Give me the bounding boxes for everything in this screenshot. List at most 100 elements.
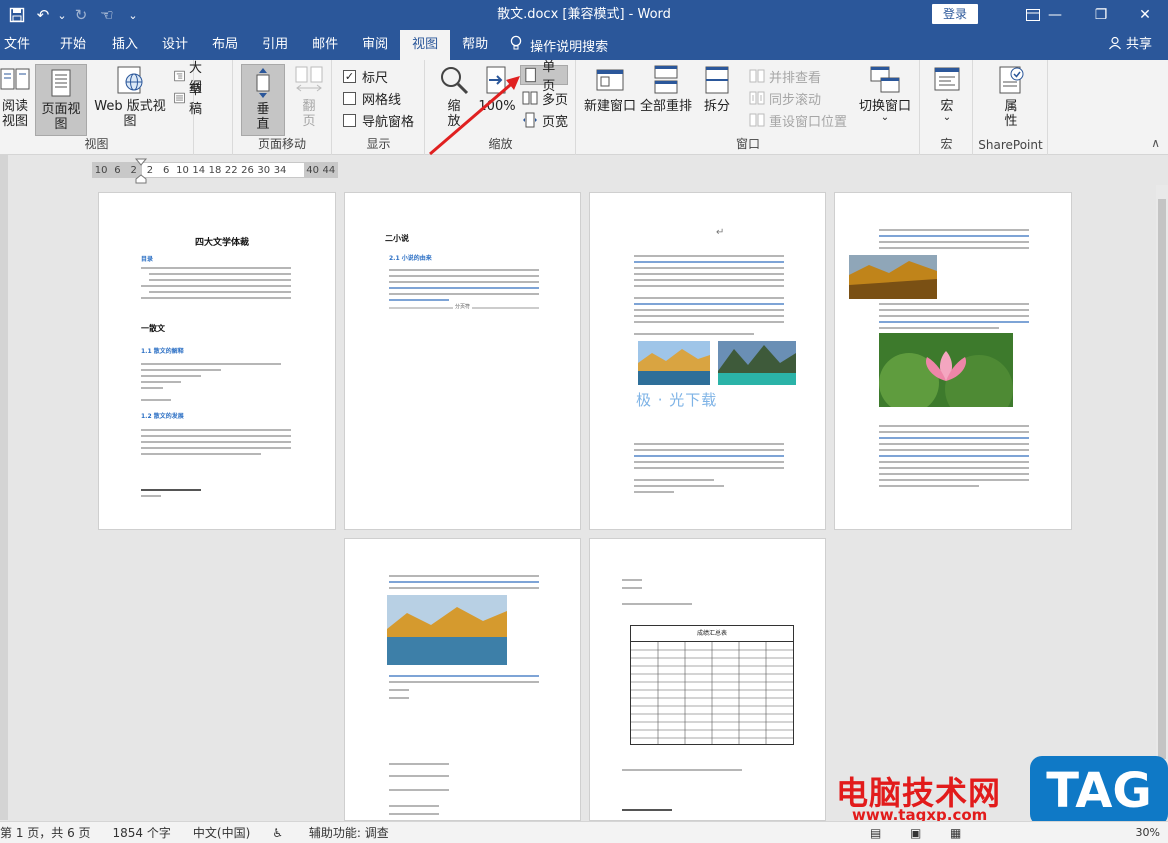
ruler-tick: 34 bbox=[273, 165, 287, 176]
page-movement-label: 页面移动 bbox=[257, 137, 306, 151]
indent-marker[interactable] bbox=[134, 157, 148, 185]
page1-title: 四大文学体裁 bbox=[195, 238, 250, 248]
new-window-label: 新建窗口 bbox=[583, 99, 636, 114]
ribbon: 阅读 视图 页面视图 Web 版式视图 大纲 草稿 视图 垂 直 翻 页 页面移… bbox=[0, 60, 1168, 155]
page-count-status[interactable]: 第 1 页，共 6 页 bbox=[0, 824, 91, 841]
side-by-side-button[interactable]: 并排查看 bbox=[749, 66, 821, 86]
tab-home[interactable]: 开始 bbox=[34, 30, 100, 60]
redo-icon[interactable]: ↻ bbox=[68, 2, 94, 28]
tab-review[interactable]: 审阅 bbox=[350, 30, 400, 60]
ruler-tick: 22 bbox=[224, 165, 238, 176]
accessibility-status[interactable]: ♿ 辅助功能: 调查 bbox=[272, 824, 410, 841]
ruler-tick: 6 bbox=[163, 165, 170, 176]
print-layout-status-icon[interactable]: ▣ bbox=[910, 826, 921, 840]
close-button[interactable]: ✕ bbox=[1122, 0, 1168, 30]
horizontal-ruler[interactable]: 10 6 2 2 6 10 14 18 22 26 30 34 40 44 bbox=[92, 162, 338, 178]
properties-label-2: 性 bbox=[1004, 114, 1018, 129]
reset-position-button[interactable]: 重设窗口位置 bbox=[749, 110, 847, 130]
read-mode-button[interactable]: 阅读 视图 bbox=[0, 64, 30, 129]
gridlines-checkbox[interactable]: 网格线 bbox=[343, 88, 401, 108]
switch-windows-button[interactable]: 切换窗口 ⌄ bbox=[857, 64, 913, 123]
draft-button[interactable]: 草稿 bbox=[174, 83, 207, 117]
scrollbar-thumb[interactable] bbox=[1158, 199, 1166, 759]
page-break-label: 分页符 bbox=[453, 303, 473, 310]
restore-button[interactable]: ❐ bbox=[1078, 0, 1124, 30]
zoom-level[interactable]: 30% bbox=[1136, 826, 1160, 839]
page-5[interactable] bbox=[344, 538, 581, 821]
web-layout-button[interactable]: Web 版式视图 bbox=[90, 64, 170, 129]
score-table[interactable]: 成绩汇总表 bbox=[630, 625, 794, 745]
page1-heading-2b: 1.2 散文的发展 bbox=[141, 413, 184, 420]
lotus-image bbox=[879, 333, 1013, 407]
customize-qat-icon[interactable]: ⌄ bbox=[120, 2, 146, 28]
tab-help[interactable]: 帮助 bbox=[450, 30, 500, 60]
tab-references[interactable]: 引用 bbox=[250, 30, 300, 60]
tab-view[interactable]: 视图 bbox=[400, 30, 451, 60]
save-icon[interactable] bbox=[4, 2, 30, 28]
sync-scroll-icon bbox=[749, 91, 765, 105]
gridlines-check-box[interactable] bbox=[343, 91, 356, 105]
ribbon-tabs: 文件 开始 插入 设计 布局 引用 邮件 审阅 视图 帮助 操作说明搜索 共享 bbox=[0, 30, 1168, 60]
page2-heading: 2.1 小说的由来 bbox=[389, 255, 432, 262]
print-layout-button[interactable]: 页面视图 bbox=[35, 64, 87, 136]
nav-pane-check-box[interactable] bbox=[343, 113, 356, 127]
page-width-label: 页宽 bbox=[542, 114, 569, 130]
web-layout-status-icon[interactable]: ▦ bbox=[950, 826, 961, 840]
collapse-ribbon-icon[interactable]: ∧ bbox=[1151, 136, 1160, 150]
page-6[interactable]: 成绩汇总表 bbox=[589, 538, 826, 821]
word-count-status[interactable]: 1854 个字 bbox=[113, 824, 171, 841]
undo-dropdown-icon[interactable]: ⌄ bbox=[56, 2, 68, 28]
vertical-ruler bbox=[0, 155, 8, 820]
lake-image bbox=[638, 341, 710, 385]
minimize-button[interactable]: — bbox=[1032, 0, 1078, 30]
properties-button[interactable]: 属 性 bbox=[994, 64, 1028, 129]
share-button[interactable]: 共享 bbox=[1108, 30, 1152, 60]
properties-icon bbox=[999, 66, 1024, 94]
ruler-tick: 18 bbox=[208, 165, 222, 176]
reset-position-icon bbox=[749, 113, 765, 127]
side-by-side-label: 并排查看 bbox=[769, 70, 822, 86]
vertical-button[interactable]: 垂 直 bbox=[241, 64, 285, 136]
tab-layout[interactable]: 布局 bbox=[200, 30, 250, 60]
new-window-button[interactable]: 新建窗口 bbox=[583, 64, 637, 114]
sync-scroll-button[interactable]: 同步滚动 bbox=[749, 88, 821, 108]
tab-mailings[interactable]: 邮件 bbox=[300, 30, 350, 60]
tab-design[interactable]: 设计 bbox=[150, 30, 200, 60]
read-mode-status-icon[interactable]: ▤ bbox=[870, 826, 881, 840]
vertical-label: 垂 直 bbox=[256, 102, 270, 132]
globe-icon bbox=[117, 66, 143, 94]
ruler-checkbox[interactable]: ✓ 标尺 bbox=[343, 66, 388, 86]
person-icon bbox=[1108, 36, 1126, 52]
annotation-arrow bbox=[429, 76, 520, 156]
arrange-all-label: 全部重排 bbox=[639, 99, 692, 114]
tab-file[interactable]: 文件 bbox=[0, 30, 34, 60]
show-group-label: 显示 bbox=[366, 137, 391, 151]
macros-button[interactable]: 宏 ⌄ bbox=[929, 64, 965, 123]
ruler-check-box[interactable]: ✓ bbox=[343, 69, 356, 83]
touch-mode-icon[interactable]: ☜ bbox=[94, 2, 120, 28]
vertical-scrollbar[interactable] bbox=[1156, 185, 1168, 820]
arrange-all-button[interactable]: 全部重排 bbox=[639, 64, 693, 114]
book-icon bbox=[0, 68, 30, 90]
page-1[interactable]: 四大文学体裁 目录 一散文 1.1 散文的解释 1.2 散文的发展 bbox=[98, 192, 336, 530]
page-2[interactable]: 二小说 2.1 小说的由来 分页符 bbox=[344, 192, 581, 530]
window-title: 散文.docx [兼容模式] - Word bbox=[497, 7, 671, 22]
language-status[interactable]: 中文(中国) bbox=[193, 824, 250, 841]
autumn-lake-image bbox=[387, 595, 507, 665]
side-to-side-button[interactable]: 翻 页 bbox=[289, 64, 329, 129]
macro-icon bbox=[934, 67, 960, 91]
quick-access-toolbar: ↶ ⌄ ↻ ☜ ⌄ bbox=[0, 0, 146, 30]
vertical-scroll-icon bbox=[256, 68, 270, 98]
login-button[interactable]: 登录 bbox=[932, 4, 978, 24]
nav-pane-checkbox[interactable]: 导航窗格 bbox=[343, 110, 414, 130]
ruler-tick: 10 bbox=[176, 165, 189, 176]
split-button[interactable]: 拆分 bbox=[697, 64, 737, 114]
page1-heading-2a: 1.1 散文的解释 bbox=[141, 348, 184, 355]
read-mode-label-1: 阅读 bbox=[1, 99, 28, 114]
page-4[interactable] bbox=[834, 192, 1072, 530]
undo-icon[interactable]: ↶ bbox=[30, 2, 56, 28]
macros-group: 宏 ⌄ 宏 bbox=[921, 60, 973, 155]
tab-insert[interactable]: 插入 bbox=[100, 30, 150, 60]
page-3[interactable]: ↵ 极 · 光下载 bbox=[589, 192, 826, 530]
read-mode-label-2: 视图 bbox=[1, 114, 28, 129]
